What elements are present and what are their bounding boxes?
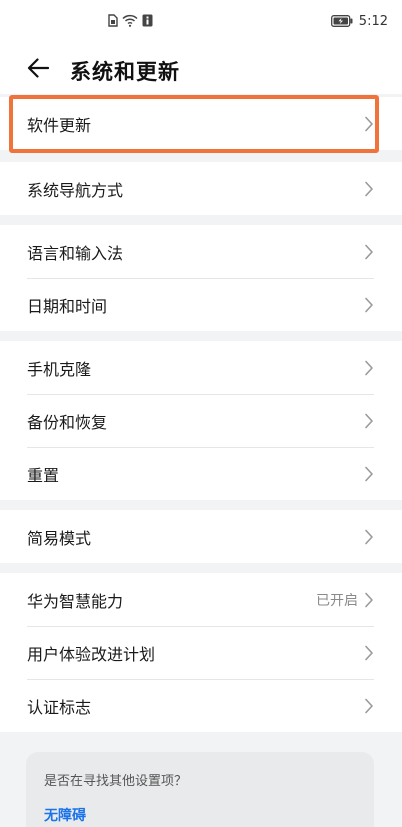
settings-item-label: 简易模式 xyxy=(27,528,92,548)
chevron-right-icon xyxy=(364,413,374,429)
settings-item-label: 备份和恢复 xyxy=(27,412,108,432)
chevron-right-icon xyxy=(364,698,374,714)
settings-item-system-navigation[interactable]: 系统导航方式 xyxy=(0,162,402,215)
settings-item-label: 用户体验改进计划 xyxy=(27,644,156,664)
settings-group-navigation: 系统导航方式 xyxy=(0,162,402,215)
chevron-right-icon xyxy=(364,181,374,197)
settings-item-label: 系统导航方式 xyxy=(27,180,124,200)
suggestion-card: 是否在寻找其他设置项？ 无障碍 xyxy=(26,752,374,827)
settings-group-huawei: 华为智慧能力 已开启 用户体验改进计划 认证标志 xyxy=(0,573,402,732)
back-button[interactable] xyxy=(24,56,52,84)
settings-item-reset[interactable]: 重置 xyxy=(0,447,402,500)
chevron-right-icon xyxy=(364,297,374,313)
sim-card-icon xyxy=(108,12,118,31)
settings-item-phone-clone[interactable]: 手机克隆 xyxy=(0,341,402,394)
settings-group-backup: 手机克隆 备份和恢复 重置 xyxy=(0,341,402,500)
wifi-icon xyxy=(122,12,138,31)
settings-item-simple-mode[interactable]: 简易模式 xyxy=(0,510,402,563)
chevron-right-icon xyxy=(364,529,374,545)
settings-item-label: 华为智慧能力 xyxy=(27,591,124,611)
status-icons-center xyxy=(108,12,153,31)
settings-group-simple-mode: 简易模式 xyxy=(0,510,402,563)
settings-group-language-time: 语言和输入法 日期和时间 xyxy=(0,225,402,331)
suggestion-link-accessibility[interactable]: 无障碍 xyxy=(44,805,356,825)
chevron-right-icon xyxy=(364,592,374,608)
settings-item-label: 重置 xyxy=(27,465,60,485)
status-bar: 5:12 xyxy=(0,0,402,44)
chevron-right-icon xyxy=(364,360,374,376)
page-title: 系统和更新 xyxy=(70,60,180,84)
settings-item-language-input[interactable]: 语言和输入法 xyxy=(0,225,402,278)
settings-item-value: 已开启 xyxy=(316,592,358,609)
settings-item-label: 软件更新 xyxy=(27,115,92,135)
chevron-right-icon xyxy=(364,645,374,661)
settings-item-label: 手机克隆 xyxy=(27,359,92,379)
settings-item-backup-restore[interactable]: 备份和恢复 xyxy=(0,394,402,447)
battery-charging-icon xyxy=(330,12,353,31)
status-icons-right: 5:12 xyxy=(330,12,388,31)
settings-item-label: 认证标志 xyxy=(27,697,92,717)
screen: 5:12 系统和更新 软件更新 系统导航方式 语言和输入法 日期和时间 手机克隆… xyxy=(0,0,402,827)
notification-icon xyxy=(142,12,153,31)
settings-group-software: 软件更新 xyxy=(0,97,402,150)
status-time: 5:12 xyxy=(358,14,388,29)
settings-item-date-time[interactable]: 日期和时间 xyxy=(0,278,402,331)
settings-item-huawei-ai[interactable]: 华为智慧能力 已开启 xyxy=(0,573,402,626)
chevron-right-icon xyxy=(364,244,374,260)
arrow-left-icon xyxy=(27,58,50,82)
settings-item-software-update[interactable]: 软件更新 xyxy=(0,97,402,150)
app-header: 系统和更新 xyxy=(0,44,402,94)
settings-item-certification[interactable]: 认证标志 xyxy=(0,679,402,732)
chevron-right-icon xyxy=(364,116,374,132)
settings-item-user-experience[interactable]: 用户体验改进计划 xyxy=(0,626,402,679)
chevron-right-icon xyxy=(364,466,374,482)
settings-item-label: 语言和输入法 xyxy=(27,243,124,263)
settings-item-label: 日期和时间 xyxy=(27,296,108,316)
suggestion-question: 是否在寻找其他设置项？ xyxy=(44,774,188,789)
